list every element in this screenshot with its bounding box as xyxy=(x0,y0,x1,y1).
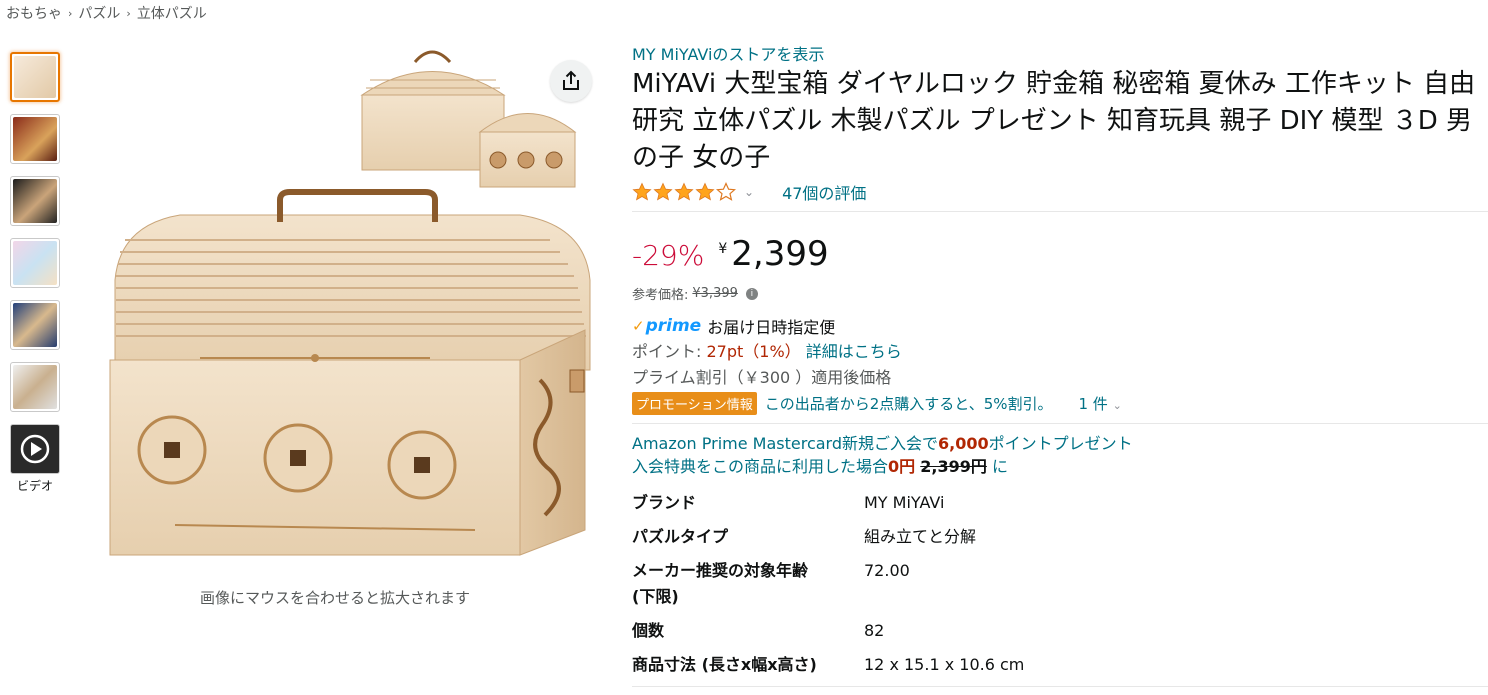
spec-key: 個数 xyxy=(632,621,665,640)
product-info: MY MiYAViのストアを表示 MiYAVi 大型宝箱 ダイヤルロック 貯金箱… xyxy=(632,44,1488,687)
breadcrumb-separator: › xyxy=(126,6,131,20)
divider xyxy=(632,686,1488,687)
spec-row: パズルタイプ 組み立てと分解 xyxy=(632,520,1024,554)
reference-price: 参考価格: ¥3,399 i xyxy=(632,284,1484,303)
points-details-link[interactable]: 詳細はこちら xyxy=(806,342,902,361)
spec-value: 組み立てと分解 xyxy=(864,527,977,546)
spec-value: 12 x 15.1 x 10.6 cm xyxy=(864,655,1025,674)
dial-lock-left xyxy=(137,415,207,485)
star-empty-icon xyxy=(716,182,736,201)
rating-count-link[interactable]: 47個の評価 xyxy=(782,180,866,204)
small-box-small xyxy=(478,113,577,188)
points-value: 27pt（1%） xyxy=(706,342,801,361)
product-specs-table: ブランド MY MiYAVi パズルタイプ 組み立てと分解 メーカー推奨の対象年… xyxy=(632,486,1024,682)
points-row: ポイント: 27pt（1%） 詳細はこちら xyxy=(632,339,1484,365)
thumbnail-3[interactable] xyxy=(10,176,60,226)
prime-discount-text: プライム割引（￥300 ）適用後価格 xyxy=(632,368,892,387)
store-link[interactable]: MY MiYAViのストアを表示 xyxy=(632,44,1484,66)
prime-delivery: ✓ prime お届け日時指定便 xyxy=(632,314,1484,338)
star-full-icon xyxy=(632,182,652,201)
thumbnail-2[interactable] xyxy=(10,114,60,164)
spec-key: 商品寸法 (長さx幅x高さ) xyxy=(632,655,817,674)
breadcrumb-item-toys[interactable]: おもちゃ xyxy=(6,3,62,23)
promotion-badge: プロモーション情報 xyxy=(632,392,757,415)
breadcrumb-item-3d-puzzle[interactable]: 立体パズル xyxy=(137,3,207,23)
points-label: ポイント: xyxy=(632,342,702,361)
spec-key: パズルタイプ xyxy=(632,527,729,546)
price-row: -29% ¥ 2,399 xyxy=(632,234,1484,276)
spec-key: メーカー推奨の対象年齢 (下限) xyxy=(632,561,809,606)
breadcrumb-item-puzzle[interactable]: パズル xyxy=(78,3,120,23)
reference-price-value: ¥3,399 xyxy=(692,286,738,301)
chevron-down-icon: ⌄ xyxy=(1112,399,1122,412)
large-box-body xyxy=(109,329,586,556)
spec-value: MY MiYAVi xyxy=(864,493,945,512)
promotion-count[interactable]: 1 件 ⌄ xyxy=(1079,393,1122,414)
thumbnail-list: ビデオ xyxy=(10,52,62,494)
mastercard-line-1: Amazon Prime Mastercard新規ご入会で6,000ポイントプレ… xyxy=(632,434,1133,453)
chevron-down-icon[interactable]: ⌄ xyxy=(744,185,754,199)
thumbnail-6[interactable] xyxy=(10,362,60,412)
delivery-text: お届け日時指定便 xyxy=(707,318,836,337)
share-icon xyxy=(563,70,579,90)
mastercard-promo[interactable]: Amazon Prime Mastercard新規ご入会で6,000ポイントプレ… xyxy=(632,432,1484,478)
price-value: 2,399 xyxy=(731,234,829,274)
zoom-hint: 画像にマウスを合わせると拡大されます xyxy=(199,589,470,607)
spec-row: 商品寸法 (長さx幅x高さ) 12 x 15.1 x 10.6 cm xyxy=(632,648,1024,682)
breadcrumb: おもちゃ › パズル › 立体パズル xyxy=(6,3,207,23)
product-title: MiYAVi 大型宝箱 ダイヤルロック 貯金箱 秘密箱 夏休み 工作キット 自由… xyxy=(632,69,1476,173)
breadcrumb-separator: › xyxy=(68,6,73,20)
divider xyxy=(632,423,1488,424)
video-label: ビデオ xyxy=(16,479,53,493)
treasure-box-illustration xyxy=(109,50,591,556)
share-button[interactable] xyxy=(550,60,592,102)
check-icon: ✓ xyxy=(632,317,645,335)
large-box-lid xyxy=(114,189,591,371)
mastercard-points: 6,000 xyxy=(938,434,989,453)
divider xyxy=(632,211,1488,212)
info-icon[interactable]: i xyxy=(745,287,758,300)
dial-lock-center xyxy=(263,423,333,493)
main-product-image[interactable] xyxy=(80,40,600,580)
thumbnail-1[interactable] xyxy=(10,52,60,102)
thumbnail-5[interactable] xyxy=(10,300,60,350)
prime-logo: ✓ prime xyxy=(632,316,701,336)
spec-row: メーカー推奨の対象年齢 (下限) 72.00 xyxy=(632,554,1024,614)
mastercard-line-2: 入会特典をこの商品に利用した場合0円 2,399円 に xyxy=(632,457,1008,476)
currency-symbol: ¥ xyxy=(718,241,728,257)
mastercard-original-price: 2,399円 xyxy=(920,457,987,476)
promotion-link[interactable]: この出品者から2点購入すると、5%割引。 xyxy=(765,393,1053,414)
thumbnail-video[interactable] xyxy=(10,424,60,474)
spec-row: ブランド MY MiYAVi xyxy=(632,486,1024,520)
promotion-row: プロモーション情報 この出品者から2点購入すると、5%割引。 1 件 ⌄ xyxy=(632,392,1484,415)
thumbnail-4[interactable] xyxy=(10,238,60,288)
star-full-icon xyxy=(674,182,694,201)
star-rating[interactable] xyxy=(632,182,736,202)
star-full-icon xyxy=(695,182,715,201)
discount-percent: -29% xyxy=(632,239,705,272)
star-full-icon xyxy=(653,182,673,201)
rating-row: ⌄ 47個の評価 xyxy=(632,179,1484,205)
prime-logo-text: prime xyxy=(645,316,702,336)
play-icon xyxy=(20,434,50,464)
spec-value: 82 xyxy=(864,621,885,640)
mastercard-price: 0円 xyxy=(888,457,916,476)
dial-lock-right xyxy=(387,430,457,500)
spec-key: ブランド xyxy=(632,493,697,512)
spec-row: 個数 82 xyxy=(632,614,1024,648)
reference-price-label: 参考価格: xyxy=(632,288,689,303)
spec-value: 72.00 xyxy=(864,561,910,580)
